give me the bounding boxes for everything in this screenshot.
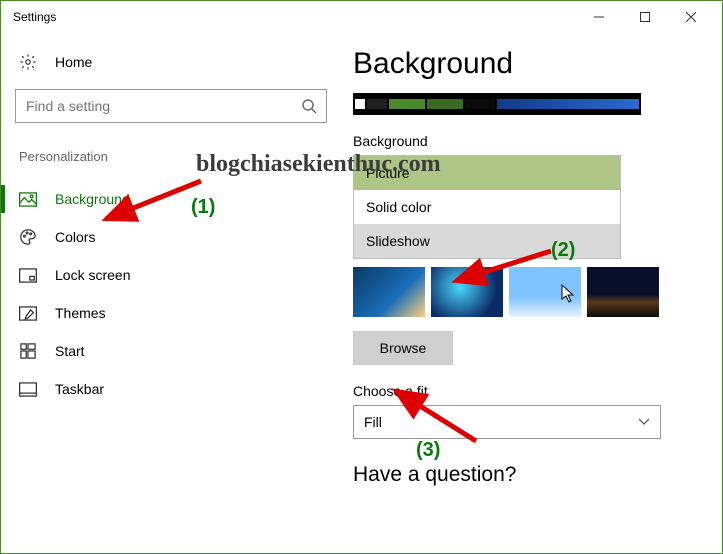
search-input[interactable] xyxy=(16,90,292,122)
sidebar-item-label: Background xyxy=(55,191,130,207)
sidebar-item-label: Start xyxy=(55,343,85,359)
page-title: Background xyxy=(353,47,694,81)
window-title: Settings xyxy=(9,10,56,24)
sidebar-item-label: Colors xyxy=(55,229,95,245)
sidebar-item-start[interactable]: Start xyxy=(15,332,327,370)
sidebar-item-label: Themes xyxy=(55,305,106,321)
minimize-button[interactable] xyxy=(576,1,622,33)
chevron-down-icon xyxy=(638,415,650,429)
picture-icon xyxy=(19,190,37,208)
thumbnail[interactable] xyxy=(587,267,659,317)
fit-value: Fill xyxy=(364,414,382,430)
themes-icon xyxy=(19,304,37,322)
desktop-preview xyxy=(353,93,641,115)
taskbar-icon xyxy=(19,380,37,398)
section-personalization: Personalization xyxy=(15,149,327,164)
background-dropdown[interactable]: Picture Solid color Slideshow xyxy=(353,155,621,259)
sidebar-item-colors[interactable]: Colors xyxy=(15,218,327,256)
titlebar: Settings xyxy=(1,1,722,33)
sidebar-item-lock-screen[interactable]: Lock screen xyxy=(15,256,327,294)
maximize-button[interactable] xyxy=(622,1,668,33)
sidebar-item-label: Lock screen xyxy=(55,267,130,283)
home-button[interactable]: Home xyxy=(15,47,327,89)
fit-select[interactable]: Fill xyxy=(353,405,661,439)
browse-button[interactable]: Browse xyxy=(353,331,453,365)
choose-fit-label: Choose a fit xyxy=(353,383,694,399)
search-icon xyxy=(292,98,326,114)
sidebar: Home Personalization Background Colors xyxy=(1,47,341,553)
thumbnail[interactable] xyxy=(353,267,425,317)
palette-icon xyxy=(19,228,37,246)
thumbnail[interactable] xyxy=(509,267,581,317)
question-heading: Have a question? xyxy=(353,463,694,487)
dropdown-option-slideshow[interactable]: Slideshow xyxy=(354,224,620,258)
dropdown-option-solid-color[interactable]: Solid color xyxy=(354,190,620,224)
sidebar-item-background[interactable]: Background xyxy=(15,180,327,218)
gear-icon xyxy=(19,53,37,71)
dropdown-option-picture[interactable]: Picture xyxy=(354,156,620,190)
home-label: Home xyxy=(55,54,92,70)
lock-screen-icon xyxy=(19,266,37,284)
close-button[interactable] xyxy=(668,1,714,33)
thumbnail[interactable] xyxy=(431,267,503,317)
sidebar-item-taskbar[interactable]: Taskbar xyxy=(15,370,327,408)
picture-thumbnails xyxy=(353,267,694,317)
search-box[interactable] xyxy=(15,89,327,123)
start-icon xyxy=(19,342,37,360)
background-field-label: Background xyxy=(353,133,694,149)
main-panel: Background Background Picture Solid colo… xyxy=(341,47,722,553)
sidebar-item-themes[interactable]: Themes xyxy=(15,294,327,332)
sidebar-item-label: Taskbar xyxy=(55,381,104,397)
